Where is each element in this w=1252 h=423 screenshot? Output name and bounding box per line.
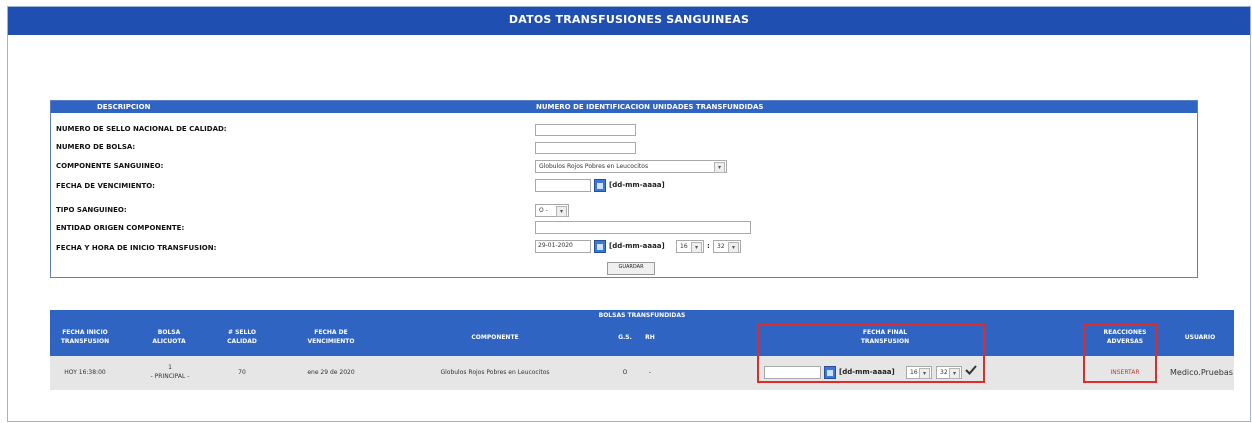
- label-componente: COMPONENTE SANGUINEO:: [56, 162, 164, 170]
- td-usuario: Medico.Pruebas: [1170, 368, 1233, 377]
- td-vencimiento: ene 29 de 2020: [307, 369, 355, 376]
- chevron-down-icon: ▾: [556, 206, 567, 217]
- date-format-hint: [dd-mm-aaaa]: [609, 181, 665, 189]
- td-rh: -: [648, 369, 652, 376]
- td-sello: 70: [238, 369, 246, 376]
- table-title: BOLSAS TRANSFUNDIDAS: [50, 310, 1234, 322]
- chevron-down-icon: ▾: [728, 242, 739, 253]
- highlight-reacciones: [1083, 324, 1157, 383]
- sello-input[interactable]: [535, 124, 636, 136]
- th-componente: COMPONENTE: [471, 334, 519, 341]
- calendar-icon[interactable]: [594, 179, 606, 192]
- page-title: DATOS TRANSFUSIONES SANGUINEAS: [8, 7, 1250, 35]
- tipo-select[interactable]: O - ▾: [535, 204, 569, 217]
- chevron-down-icon: ▾: [714, 162, 725, 173]
- inicio-fecha-input[interactable]: 29-01-2020: [535, 240, 591, 253]
- save-button[interactable]: GUARDAR: [607, 262, 655, 275]
- vencimiento-input[interactable]: [535, 179, 591, 192]
- componente-value: Globulos Rojos Pobres en Leucocitos: [539, 163, 649, 170]
- time-separator: :: [707, 242, 710, 250]
- label-vencimiento: FECHA DE VENCIMIENTO:: [56, 182, 155, 190]
- chevron-down-icon: ▾: [691, 242, 702, 253]
- date-format-hint: [dd-mm-aaaa]: [609, 242, 665, 250]
- label-bolsa: NUMERO DE BOLSA:: [56, 143, 136, 151]
- th-rh: RH: [645, 334, 655, 341]
- entidad-input[interactable]: [535, 221, 751, 234]
- label-inicio: FECHA Y HORA DE INICIO TRANSFUSION:: [56, 244, 217, 252]
- table-row: HOY 16:38:00 1 - PRINCIPAL - 70 ene 29 d…: [50, 356, 1234, 390]
- transfused-bags-table: BOLSAS TRANSFUNDIDAS FECHA INICIO TRANSF…: [50, 310, 1234, 392]
- calendar-icon[interactable]: [594, 240, 606, 253]
- label-tipo: TIPO SANGUINEO:: [56, 206, 127, 214]
- tipo-value: O -: [539, 207, 548, 214]
- th-fecha-inicio: FECHA INICIO TRANSFUSION: [60, 329, 110, 345]
- label-sello: NUMERO DE SELLO NACIONAL DE CALIDAD:: [56, 125, 227, 133]
- table-header: FECHA INICIO TRANSFUSION BOLSA ALICUOTA …: [50, 322, 1234, 356]
- form-header-right: NUMERO DE IDENTIFICACION UNIDADES TRANSF…: [536, 103, 764, 111]
- inicio-hora-select[interactable]: 16 ▾: [676, 240, 704, 253]
- td-bolsa-tipo: - PRINCIPAL -: [150, 373, 190, 380]
- label-entidad: ENTIDAD ORIGEN COMPONENTE:: [56, 224, 185, 232]
- th-gs: G.S.: [618, 334, 632, 341]
- inicio-hora-value: 16: [680, 243, 688, 250]
- th-bolsa: BOLSA ALICUOTA: [152, 329, 186, 345]
- th-sello: # SELLO CALIDAD: [227, 329, 257, 345]
- td-componente: Globulos Rojos Pobres en Leucocitos: [440, 369, 550, 376]
- highlight-fecha-final: [757, 324, 985, 383]
- td-bolsa-num: 1: [168, 364, 172, 371]
- td-fecha-inicio: HOY 16:38:00: [64, 369, 106, 376]
- componente-select[interactable]: Globulos Rojos Pobres en Leucocitos ▾: [535, 160, 727, 173]
- form-header-left: DESCRIPCION: [97, 103, 151, 111]
- td-gs: O: [622, 369, 628, 376]
- form-header: DESCRIPCION NUMERO DE IDENTIFICACION UNI…: [51, 101, 1197, 113]
- inicio-min-value: 32: [717, 243, 725, 250]
- th-vencimiento: FECHA DE VENCIMIENTO: [307, 329, 355, 345]
- inicio-min-select[interactable]: 32 ▾: [713, 240, 741, 253]
- bolsa-input[interactable]: [535, 142, 636, 154]
- th-usuario: USUARIO: [1184, 334, 1216, 341]
